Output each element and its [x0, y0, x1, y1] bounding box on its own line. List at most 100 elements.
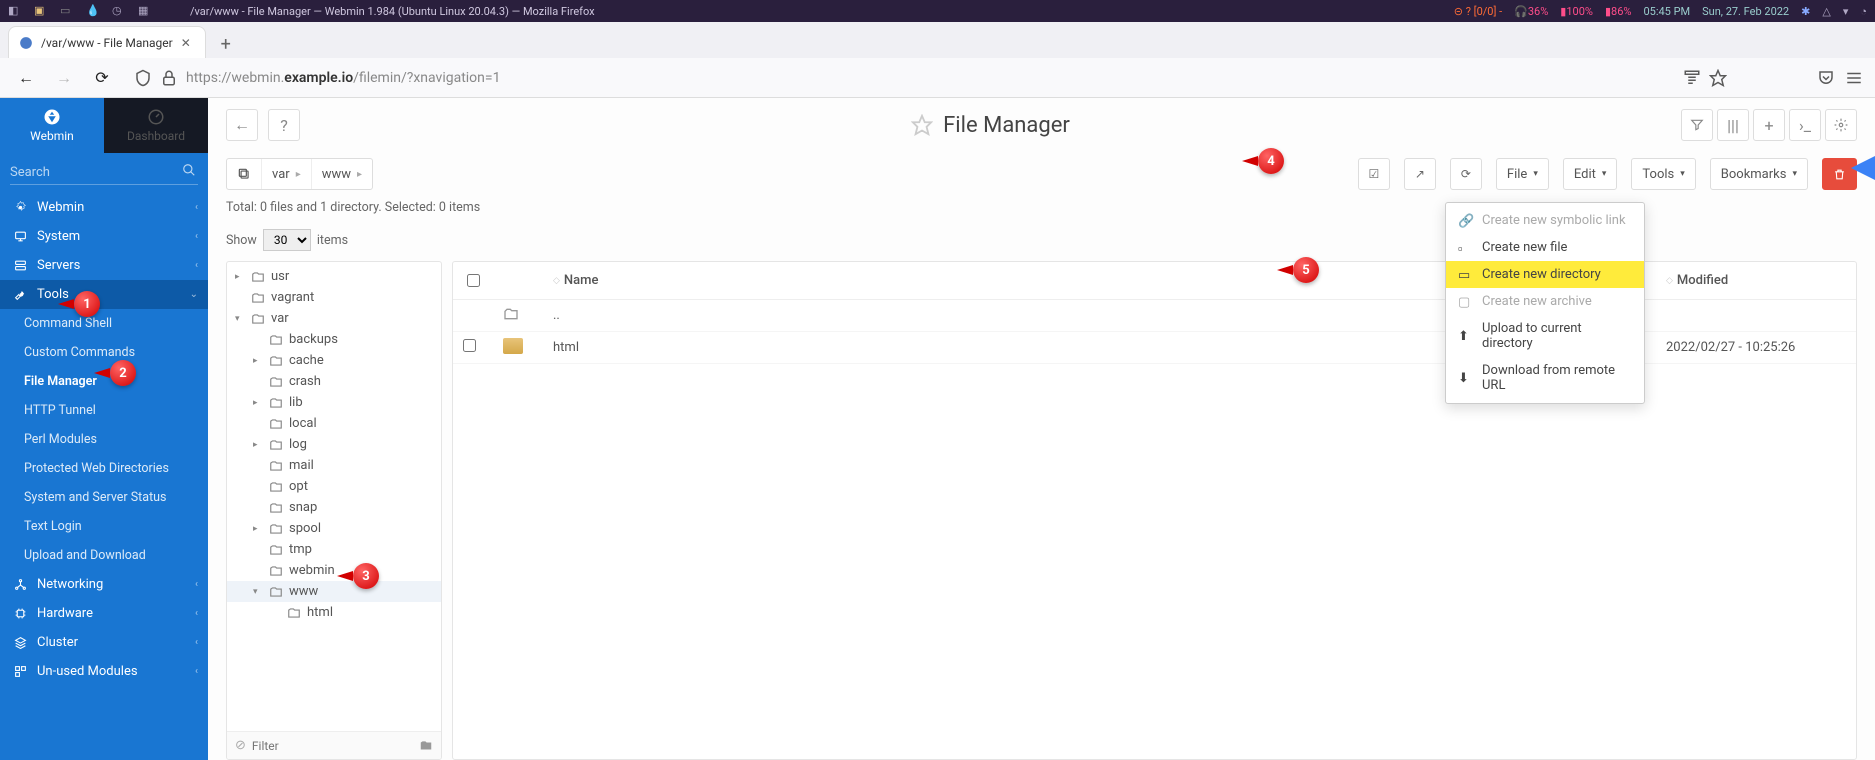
- menu-item-download-from-remote-url[interactable]: ⬇Download from remote URL: [1446, 357, 1644, 399]
- add-header-button[interactable]: +: [1753, 109, 1785, 141]
- steam-icon[interactable]: ◔: [1860, 5, 1867, 18]
- sidebar-item-networking[interactable]: Networking‹: [0, 570, 208, 599]
- browser-tab[interactable]: /var/www - File Manager ✕: [8, 26, 206, 58]
- bookmark-line-icon[interactable]: [1683, 69, 1701, 87]
- filter-header-button[interactable]: [1681, 109, 1713, 141]
- nav-label: Webmin: [37, 200, 84, 215]
- settings-button[interactable]: [1825, 109, 1857, 141]
- menu-icon[interactable]: [1845, 69, 1863, 87]
- sidebar-sub-upload-and-download[interactable]: Upload and Download: [0, 541, 208, 570]
- tree-node-label: log: [289, 437, 307, 452]
- tree-node-html[interactable]: html: [227, 602, 441, 623]
- page-size-select[interactable]: 30: [263, 229, 311, 251]
- menu-item-upload-to-current-directory[interactable]: ⬆Upload to current directory: [1446, 315, 1644, 357]
- help-button[interactable]: ?: [268, 109, 300, 141]
- parent-dir-label: ..: [543, 308, 1476, 323]
- close-tab-icon[interactable]: ✕: [181, 36, 195, 50]
- sidebar-sub-http-tunnel[interactable]: HTTP Tunnel: [0, 396, 208, 425]
- breadcrumb-segment[interactable]: var▸: [262, 159, 312, 189]
- tree-node-label: local: [289, 416, 317, 431]
- widget-icon[interactable]: ◷: [112, 4, 126, 18]
- bluetooth-icon[interactable]: ✱: [1801, 5, 1810, 18]
- terminal-button[interactable]: ›_: [1789, 109, 1821, 141]
- address-bar[interactable]: https://webmin.example.io/filemin/?xnavi…: [126, 69, 1807, 87]
- tree-node-lib[interactable]: ▸lib: [227, 392, 441, 413]
- file-dropdown[interactable]: File▾: [1496, 158, 1549, 190]
- menu-item-create-new-symbolic-link: 🔗Create new symbolic link: [1446, 207, 1644, 234]
- sidebar-sub-protected-web-directories[interactable]: Protected Web Directories: [0, 454, 208, 483]
- tree-filter-input[interactable]: [252, 739, 413, 753]
- tools-dropdown[interactable]: Tools▾: [1631, 158, 1695, 190]
- sidebar-item-servers[interactable]: Servers‹: [0, 251, 208, 280]
- star-icon[interactable]: [1709, 69, 1727, 87]
- refresh-button[interactable]: ⟳: [1450, 158, 1482, 190]
- filter-reset-icon[interactable]: ⊘: [235, 738, 246, 753]
- sidebar-item-tools[interactable]: Tools⌄: [0, 280, 208, 309]
- sidebar-item-hardware[interactable]: Hardware‹: [0, 599, 208, 628]
- tree-node-www[interactable]: ▾www: [227, 581, 441, 602]
- tree-node-webmin[interactable]: webmin: [227, 560, 441, 581]
- columns-button[interactable]: |||: [1717, 109, 1749, 141]
- nav-back-button[interactable]: ←: [226, 109, 258, 141]
- select-all-checkbox[interactable]: [467, 274, 480, 287]
- favorite-star-icon[interactable]: [911, 114, 933, 136]
- pocket-icon[interactable]: [1817, 69, 1835, 87]
- sidebar-sub-command-shell[interactable]: Command Shell: [0, 309, 208, 338]
- sidebar-item-system[interactable]: System‹: [0, 222, 208, 251]
- sidebar-tab-webmin[interactable]: Webmin: [0, 98, 104, 153]
- row-checkbox[interactable]: [463, 339, 476, 352]
- parent-dir-row[interactable]: ..: [453, 300, 1856, 332]
- tree-node-mail[interactable]: mail: [227, 455, 441, 476]
- edit-dropdown[interactable]: Edit▾: [1563, 158, 1618, 190]
- file-row[interactable]: htmlroot:root07552022/02/27 - 10:25:26: [453, 332, 1856, 364]
- directory-tree: ▸usrvagrant▾varbackups▸cachecrash▸lib loc…: [226, 261, 442, 760]
- menu-item-create-new-directory[interactable]: ▭Create new directory: [1446, 261, 1644, 288]
- menu-item-create-new-file[interactable]: ▫Create new file: [1446, 234, 1644, 261]
- column-modified[interactable]: ◇Modified: [1656, 273, 1856, 288]
- tree-node-opt[interactable]: opt: [227, 476, 441, 497]
- tree-node-var[interactable]: ▾var: [227, 308, 441, 329]
- new-tab-button[interactable]: +: [212, 30, 240, 58]
- open-external-button[interactable]: ↗: [1404, 158, 1436, 190]
- tree-node-spool[interactable]: ▸spool: [227, 518, 441, 539]
- sidebar-sub-custom-commands[interactable]: Custom Commands: [0, 338, 208, 367]
- breadcrumb-root[interactable]: [227, 159, 262, 189]
- select-all-button[interactable]: ☑: [1358, 158, 1390, 190]
- tree-node-usr[interactable]: ▸usr: [227, 266, 441, 287]
- drop-icon[interactable]: 💧: [86, 4, 100, 18]
- file-modified: 2022/02/27 - 10:25:26: [1656, 340, 1856, 355]
- forward-button[interactable]: →: [50, 64, 78, 92]
- bookmarks-dropdown[interactable]: Bookmarks▾: [1710, 158, 1808, 190]
- sidebar-item-cluster[interactable]: Cluster‹: [0, 628, 208, 657]
- sidebar-sub-system-and-server-status[interactable]: System and Server Status: [0, 483, 208, 512]
- sidebar-item-unused[interactable]: Un-used Modules‹: [0, 657, 208, 686]
- volume-icon[interactable]: △: [1822, 5, 1830, 18]
- tree-node-log[interactable]: ▸log: [227, 434, 441, 455]
- copy-icon: [237, 167, 251, 181]
- sidebar-tab-dashboard[interactable]: Dashboard: [104, 98, 208, 153]
- folder-filter-icon[interactable]: [419, 739, 433, 753]
- chevron-left-icon: ‹: [195, 579, 198, 590]
- search-input[interactable]: [10, 161, 198, 185]
- tree-node-backups[interactable]: backups: [227, 329, 441, 350]
- delete-button[interactable]: [1822, 158, 1857, 190]
- sidebar-item-webmin[interactable]: Webmin‹: [0, 193, 208, 222]
- tree-node-crash[interactable]: crash: [227, 371, 441, 392]
- tree-node-tmp[interactable]: tmp: [227, 539, 441, 560]
- workspace-icon[interactable]: ▦: [138, 4, 152, 18]
- column-name[interactable]: ◇Name: [543, 273, 1476, 288]
- files-icon[interactable]: ▣: [34, 4, 48, 18]
- webmin-logo-icon: [43, 108, 61, 126]
- breadcrumb-segment[interactable]: www▸: [312, 159, 372, 189]
- tree-node-local[interactable]: local: [227, 413, 441, 434]
- tree-node-cache[interactable]: ▸cache: [227, 350, 441, 371]
- back-button[interactable]: ←: [12, 64, 40, 92]
- sidebar-sub-text-login[interactable]: Text Login: [0, 512, 208, 541]
- wifi-icon[interactable]: ▾: [1843, 5, 1849, 18]
- whisker-icon[interactable]: ◧: [8, 4, 22, 18]
- tree-node-snap[interactable]: snap: [227, 497, 441, 518]
- reload-button[interactable]: ⟳: [88, 64, 116, 92]
- tree-node-vagrant[interactable]: vagrant: [227, 287, 441, 308]
- terminal-icon[interactable]: ▭: [60, 4, 74, 18]
- sidebar-sub-perl-modules[interactable]: Perl Modules: [0, 425, 208, 454]
